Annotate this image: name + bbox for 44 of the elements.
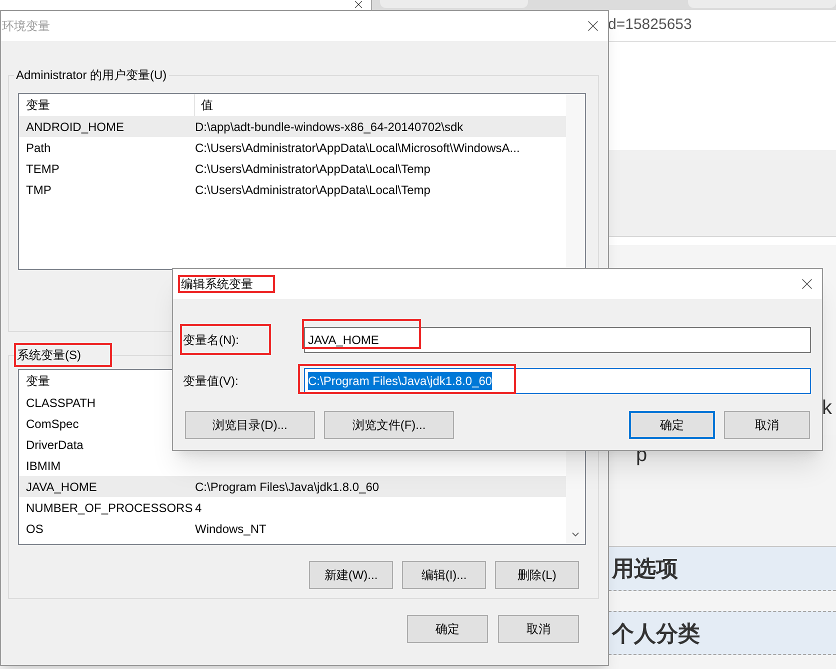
dialog-button[interactable]: 取消 [498,615,579,643]
variable-name: NUMBER_OF_PROCESSORS [25,500,194,516]
close-icon[interactable] [352,0,365,11]
variable-value: C:\Users\Administrator\AppData\Local\Microsoft\WindowsA... [195,140,520,156]
variable-value: C:\Users\Administrator\AppData\Local\Temp [195,182,430,198]
url-text: d=15825653 [608,15,692,36]
page-text: k [822,396,833,421]
dialog-button[interactable]: 浏览文件(F)... [324,411,454,439]
variable-value: Windows_NT [195,520,266,538]
variable-name: ComSpec [25,416,80,432]
list-row[interactable]: JAVA_HOME C:\Program Files\Java\jdk1.8.0_60 [19,476,566,497]
variable-name: CLASSPATH [25,394,97,412]
input-field[interactable]: C:\Program Files\Java\jdk1.8.0_60 [304,368,811,394]
dialog-button[interactable]: 确定 [407,615,488,643]
list-row[interactable]: ANDROID_HOME D:\app\adt-bundle-windows-x86_64-20140702\sdk [19,116,566,137]
variable-name: Path [25,140,52,156]
variable-value: C:\Users\Administrator\AppData\Local\Temp [195,160,430,178]
dialog-button[interactable]: 取消 [724,411,810,439]
window-title: 环境变量 [2,18,50,35]
dialog-button[interactable]: 确定 [629,411,715,439]
dialog-button[interactable]: 浏览目录(D)... [185,411,315,439]
variable-value: 4 [195,500,202,516]
column-header[interactable]: 值 [195,96,213,114]
section-heading: 个人分类 [612,620,700,648]
variable-value: D:\app\adt-bundle-windows-x86_64-20140702\sdk [195,118,464,136]
variable-name: OS [25,520,44,538]
field-value: C:\Program Files\Java\jdk1.8.0_60 [308,372,492,390]
group-title: Administrator 的用户变量(U) [15,67,168,84]
window-title: 编辑系统变量 [181,278,253,290]
group-title: 系统变量(S) [17,347,81,364]
variable-name: IBMIM [25,458,62,474]
section-heading: 用选项 [612,555,678,583]
dialog-button[interactable]: 编辑(I)... [402,561,486,589]
dialog-button[interactable]: 删除(L) [495,561,579,589]
variable-name: DriverData [25,436,84,454]
variable-name: TEMP [25,160,60,178]
variable-name: TMP [25,182,52,198]
variable-name: ANDROID_HOME [25,118,126,136]
dialog-button[interactable]: 新建(W)... [309,561,393,589]
variable-value: C:\Program Files\Java\jdk1.8.0_60 [195,478,380,496]
variable-name: JAVA_HOME [25,478,98,496]
page-text: p [636,445,648,465]
input-field[interactable]: JAVA_HOME [304,326,811,352]
field-label: 变量名(N): [183,332,239,348]
